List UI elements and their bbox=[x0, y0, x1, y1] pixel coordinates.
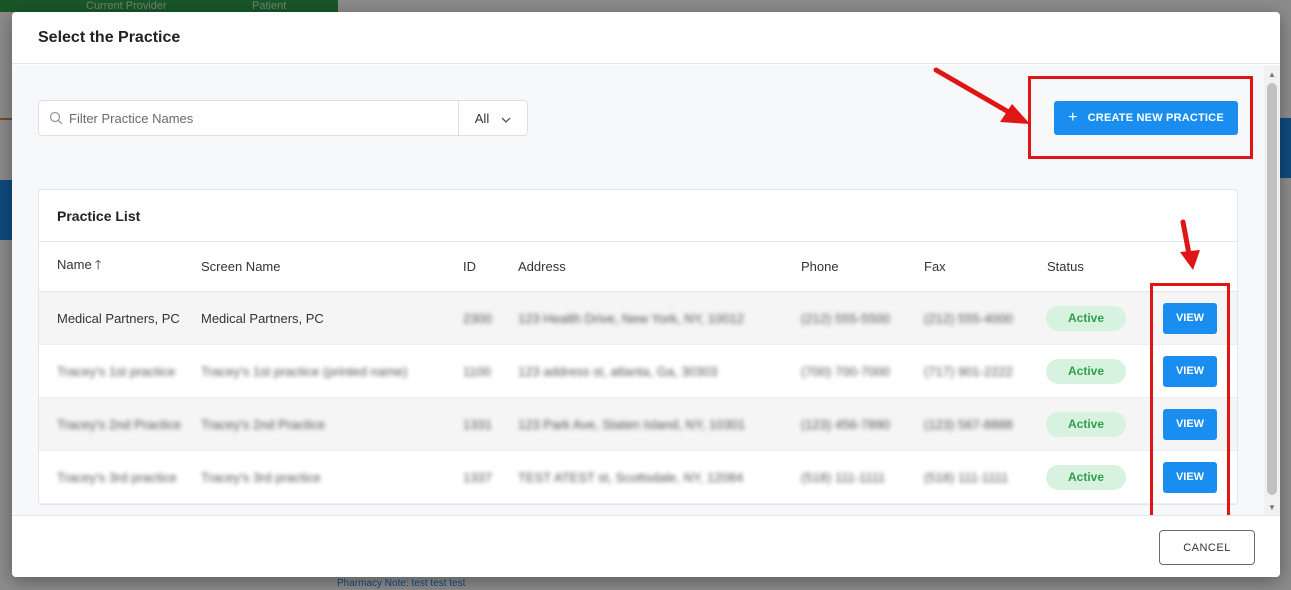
cell-fax: (717) 901-2222 bbox=[924, 363, 1013, 379]
dialog-scrollbar[interactable]: ▲ ▼ bbox=[1264, 65, 1280, 515]
cell-name: Tracey's 2nd Practice bbox=[57, 416, 182, 432]
column-header-screen-name[interactable]: Screen Name bbox=[201, 259, 463, 274]
create-new-practice-button[interactable]: + CREATE NEW PRACTICE bbox=[1054, 101, 1238, 135]
table-row: Tracey's 3rd practice Tracey's 3rd pract… bbox=[39, 451, 1237, 504]
status-filter-select[interactable]: All bbox=[458, 101, 527, 135]
cell-address: TEST ATEST st, Scottsdale, NY, 12084 bbox=[518, 469, 744, 485]
practice-list-card: Practice List Name 🡑 Screen Name ID Addre… bbox=[38, 189, 1238, 505]
status-filter-value: All bbox=[474, 110, 490, 126]
column-header-phone[interactable]: Phone bbox=[801, 259, 924, 274]
cell-address: 123 address st, atlanta, Ga, 30303 bbox=[518, 363, 718, 379]
cell-fax: (212) 555-4000 bbox=[924, 310, 1013, 326]
view-button[interactable]: VIEW bbox=[1163, 355, 1217, 387]
view-button[interactable]: VIEW bbox=[1163, 461, 1217, 493]
status-badge: Active bbox=[1046, 411, 1126, 437]
table-row: Medical Partners, PC Medical Partners, P… bbox=[39, 292, 1237, 345]
scroll-up-arrow-icon[interactable]: ▲ bbox=[1268, 70, 1276, 79]
cell-address: 123 Park Ave, Staten Island, NY, 10301 bbox=[518, 416, 746, 432]
select-practice-dialog: Select the Practice All + CREATE NEW PRA… bbox=[12, 12, 1280, 577]
column-header-address[interactable]: Address bbox=[518, 259, 801, 274]
cell-screen-name: Medical Partners, PC bbox=[201, 310, 324, 326]
cell-phone: (123) 456-7890 bbox=[801, 416, 890, 432]
cell-screen-name: Tracey's 2nd Practice bbox=[201, 416, 326, 432]
table-row: Tracey's 1st practice Tracey's 1st pract… bbox=[39, 345, 1237, 398]
chevron-down-icon bbox=[501, 111, 511, 126]
status-badge: Active bbox=[1046, 464, 1126, 490]
view-button[interactable]: VIEW bbox=[1163, 302, 1217, 334]
search-box: All bbox=[38, 100, 528, 136]
filter-practice-names-input[interactable] bbox=[69, 101, 458, 135]
create-new-practice-label: CREATE NEW PRACTICE bbox=[1087, 112, 1224, 124]
cell-phone: (700) 700-7000 bbox=[801, 363, 890, 379]
dialog-title: Select the Practice bbox=[38, 28, 181, 46]
dialog-body: All + CREATE NEW PRACTICE Practice List … bbox=[12, 65, 1264, 521]
sort-ascending-icon: 🡑 bbox=[94, 256, 102, 272]
practice-list-title: Practice List bbox=[39, 190, 1237, 242]
cell-address: 123 Health Drive, New York, NY, 10012 bbox=[518, 310, 744, 326]
scrollbar-thumb[interactable] bbox=[1267, 83, 1277, 495]
cell-name: Medical Partners, PC bbox=[57, 310, 180, 326]
cell-id: 1100 bbox=[463, 363, 491, 379]
plus-icon: + bbox=[1068, 109, 1078, 126]
cell-id: 1331 bbox=[463, 416, 492, 432]
scroll-down-arrow-icon[interactable]: ▼ bbox=[1268, 503, 1276, 512]
view-button[interactable]: VIEW bbox=[1163, 408, 1217, 440]
column-header-fax[interactable]: Fax bbox=[924, 259, 1047, 274]
cell-phone: (518) 111-1111 bbox=[801, 469, 886, 485]
column-header-name[interactable]: Name 🡑 bbox=[39, 256, 201, 278]
cancel-button[interactable]: CANCEL bbox=[1159, 530, 1255, 565]
status-badge: Active bbox=[1046, 305, 1126, 331]
cell-fax: (518) 111-1111 bbox=[924, 469, 1009, 485]
cell-screen-name: Tracey's 3rd practice bbox=[201, 469, 321, 485]
cell-screen-name: Tracey's 1st practice (printed name) bbox=[201, 363, 408, 379]
cell-id: 2300 bbox=[463, 310, 492, 326]
cell-fax: (123) 567-8888 bbox=[924, 416, 1013, 432]
status-badge: Active bbox=[1046, 358, 1126, 384]
column-header-id[interactable]: ID bbox=[463, 259, 518, 274]
dialog-header: Select the Practice bbox=[12, 12, 1280, 64]
dialog-footer: CANCEL bbox=[12, 515, 1280, 577]
cell-phone: (212) 555-5500 bbox=[801, 310, 890, 326]
cell-name: Tracey's 3rd practice bbox=[57, 469, 177, 485]
table-header: Name 🡑 Screen Name ID Address Phone Fax S… bbox=[39, 242, 1237, 292]
table-row: Tracey's 2nd Practice Tracey's 2nd Pract… bbox=[39, 398, 1237, 451]
search-icon bbox=[39, 111, 69, 125]
cell-id: 1337 bbox=[463, 469, 492, 485]
cell-name: Tracey's 1st practice bbox=[57, 363, 176, 379]
column-header-status[interactable]: Status bbox=[1047, 259, 1151, 274]
